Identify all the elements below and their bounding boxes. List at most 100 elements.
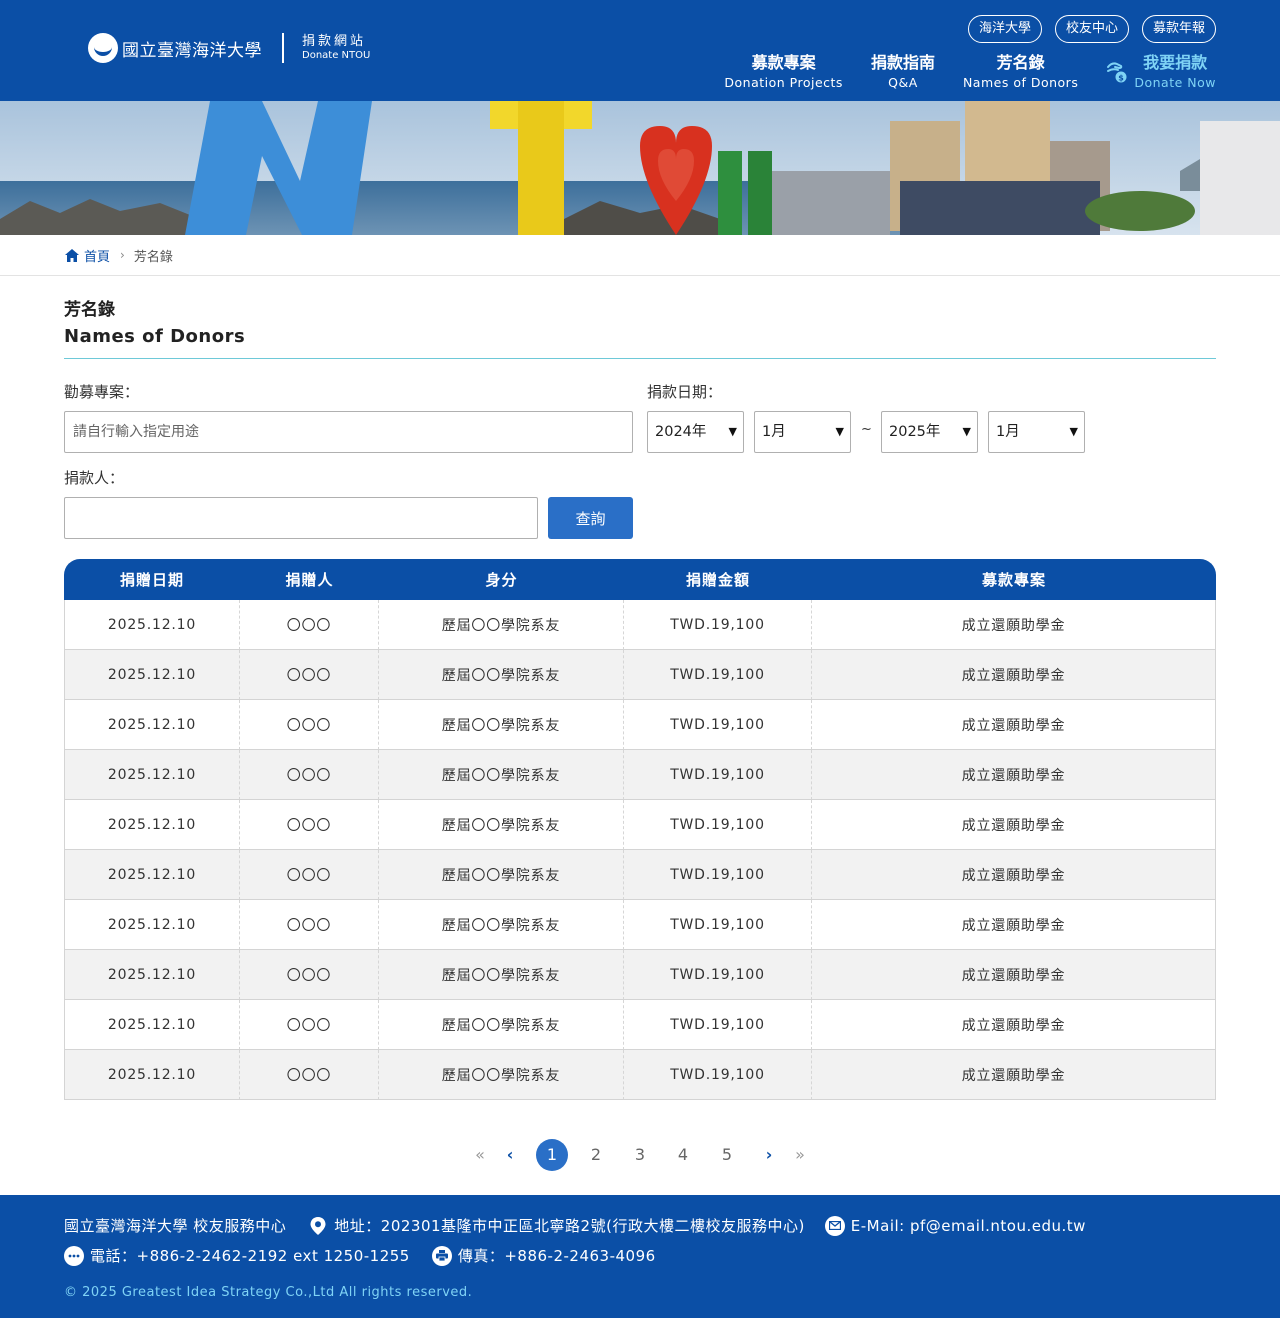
cell-donation-date: 2025.12.10 <box>64 650 240 700</box>
cell-donation-date: 2025.12.10 <box>64 700 240 750</box>
cell-amount: TWD.19,100 <box>624 850 812 900</box>
cell-donation-date: 2025.12.10 <box>64 600 240 650</box>
pagination: « ‹ 1 2 3 4 5 › » <box>0 1139 1280 1171</box>
start-year-select[interactable]: 2024年 ▼ <box>647 411 744 453</box>
page-5-button[interactable]: 5 <box>715 1139 739 1171</box>
select-arrow-icon: ▼ <box>962 425 971 438</box>
ntou-emblem-icon <box>88 33 118 63</box>
prev-page-button[interactable]: ‹ <box>500 1139 520 1171</box>
nav-donation-projects[interactable]: 募款專案 Donation Projects <box>724 52 843 92</box>
site-logo[interactable]: 國立臺灣海洋大學 捐款網站 Donate NTOU <box>88 33 370 63</box>
page-title-zh: 芳名錄 <box>64 300 115 320</box>
nav-label-zh: 我要捐款 <box>1143 53 1208 72</box>
nav-donate-now[interactable]: $ 我要捐款 Donate Now <box>1106 52 1216 92</box>
table-row: 2025.12.10 〇〇〇 歷屆〇〇學院系友 TWD.19,100 成立還願助學金 <box>64 950 1216 1000</box>
date-range-separator: ~ <box>861 422 872 437</box>
top-link-alumni-center[interactable]: 校友中心 <box>1054 15 1129 43</box>
logo-site-en: Donate NTOU <box>302 49 371 61</box>
nav-label-zh: 芳名錄 <box>996 53 1045 72</box>
home-icon <box>65 248 79 262</box>
donors-table-wrap: 捐贈日期 捐贈人 身分 捐贈金額 募款專案 2025.12.10 〇〇〇 歷屆〇〇學… <box>64 559 1216 1100</box>
nav-label-zh: 捐款指南 <box>870 53 935 72</box>
footer-phone: 電話：+886-2-2462-2192 ext 1250-1255 <box>90 1247 410 1265</box>
page-3-button[interactable]: 3 <box>628 1139 652 1171</box>
banner-photo <box>0 101 1280 235</box>
next-page-button[interactable]: › <box>759 1139 779 1171</box>
first-page-button[interactable]: « <box>470 1139 490 1171</box>
table-row: 2025.12.10 〇〇〇 歷屆〇〇學院系友 TWD.19,100 成立還願助學金 <box>64 600 1216 650</box>
page-4-button[interactable]: 4 <box>671 1139 695 1171</box>
cell-project: 成立還願助學金 <box>812 1000 1216 1050</box>
cell-project: 成立還願助學金 <box>812 700 1216 750</box>
table-row: 2025.12.10 〇〇〇 歷屆〇〇學院系友 TWD.19,100 成立還願助學金 <box>64 800 1216 850</box>
cell-identity: 歷屆〇〇學院系友 <box>379 950 624 1000</box>
cell-project: 成立還願助學金 <box>812 850 1216 900</box>
cell-project: 成立還願助學金 <box>812 950 1216 1000</box>
end-month-value: 1月 <box>996 424 1020 440</box>
cell-identity: 歷屆〇〇學院系友 <box>379 600 624 650</box>
last-page-button[interactable]: » <box>790 1139 810 1171</box>
header-identity[interactable]: 身分 <box>379 559 624 600</box>
header-project[interactable]: 募款專案 <box>812 559 1216 600</box>
footer-address-item: 地址：202301基隆市中正區北寧路2號(行政大樓二樓校友服務中心) <box>308 1215 805 1236</box>
donor-input[interactable] <box>64 497 538 539</box>
donate-hand-icon: $ <box>1107 62 1127 83</box>
cell-identity: 歷屆〇〇學院系友 <box>379 750 624 800</box>
breadcrumb-home[interactable]: 首頁 <box>65 246 110 265</box>
top-link-university[interactable]: 海洋大學 <box>967 15 1042 43</box>
cell-identity: 歷屆〇〇學院系友 <box>379 1000 624 1050</box>
table-row: 2025.12.10 〇〇〇 歷屆〇〇學院系友 TWD.19,100 成立還願助學金 <box>64 650 1216 700</box>
nav-names-of-donors[interactable]: 芳名錄 Names of Donors <box>963 52 1078 92</box>
page-1-button[interactable]: 1 <box>536 1139 568 1171</box>
page-title: 芳名錄 Names of Donors <box>64 299 1216 359</box>
cell-project: 成立還願助學金 <box>812 650 1216 700</box>
header-donor[interactable]: 捐贈人 <box>240 559 379 600</box>
header-amount[interactable]: 捐贈金額 <box>624 559 812 600</box>
end-month-select[interactable]: 1月 ▼ <box>988 411 1085 453</box>
cell-project: 成立還願助學金 <box>812 750 1216 800</box>
date-label: 捐款日期： <box>647 383 723 401</box>
cell-project: 成立還願助學金 <box>812 900 1216 950</box>
footer-email-item[interactable]: E-Mail: pf@email.ntou.edu.tw <box>824 1215 1086 1236</box>
cell-amount: TWD.19,100 <box>624 950 812 1000</box>
project-input[interactable] <box>64 411 633 453</box>
nav-label-en: Donate Now <box>1134 75 1216 90</box>
footer-fax-item: 傳真：+886-2-2463-4096 <box>431 1245 656 1266</box>
cell-donor: 〇〇〇 <box>240 850 379 900</box>
main-nav: 募款專案 Donation Projects 捐款指南 Q&A 芳名錄 Name… <box>724 52 1216 92</box>
query-button[interactable]: 查詢 <box>548 497 633 539</box>
header-donation-date[interactable]: 捐贈日期 <box>64 559 240 600</box>
cell-donor: 〇〇〇 <box>240 900 379 950</box>
project-label: 勸募專案： <box>64 383 140 401</box>
footer-row-2: 電話：+886-2-2462-2192 ext 1250-1255 傳真：+88… <box>64 1245 656 1266</box>
chevron-right-icon: › <box>120 248 125 262</box>
nav-qa[interactable]: 捐款指南 Q&A <box>871 52 935 92</box>
table-row: 2025.12.10 〇〇〇 歷屆〇〇學院系友 TWD.19,100 成立還願助學金 <box>64 850 1216 900</box>
cell-identity: 歷屆〇〇學院系友 <box>379 800 624 850</box>
start-month-select[interactable]: 1月 ▼ <box>754 411 851 453</box>
hero-banner <box>0 101 1280 235</box>
breadcrumb: 首頁 › 芳名錄 <box>0 235 1280 276</box>
cell-project: 成立還願助學金 <box>812 600 1216 650</box>
top-link-annual-report[interactable]: 募款年報 <box>1141 15 1216 43</box>
cell-project: 成立還願助學金 <box>812 1050 1216 1100</box>
page-title-en: Names of Donors <box>64 326 246 347</box>
cell-donor: 〇〇〇 <box>240 600 379 650</box>
logo-name: 國立臺灣海洋大學 <box>122 40 262 61</box>
cell-amount: TWD.19,100 <box>624 1050 812 1100</box>
footer-address: 地址：202301基隆市中正區北寧路2號(行政大樓二樓校友服務中心) <box>334 1217 805 1235</box>
logo-site-name: 捐款網站 Donate NTOU <box>302 34 370 62</box>
fax-printer-icon <box>431 1245 452 1266</box>
page-2-button[interactable]: 2 <box>584 1139 608 1171</box>
table-row: 2025.12.10 〇〇〇 歷屆〇〇學院系友 TWD.19,100 成立還願助學金 <box>64 750 1216 800</box>
cell-donation-date: 2025.12.10 <box>64 900 240 950</box>
site-header: 國立臺灣海洋大學 捐款網站 Donate NTOU 海洋大學 校友中心 募款年報… <box>0 0 1280 101</box>
select-arrow-icon: ▼ <box>835 425 844 438</box>
cell-identity: 歷屆〇〇學院系友 <box>379 650 624 700</box>
table-row: 2025.12.10 〇〇〇 歷屆〇〇學院系友 TWD.19,100 成立還願助學金 <box>64 900 1216 950</box>
logo-site-zh: 捐款網站 <box>302 34 367 50</box>
cell-donor: 〇〇〇 <box>240 1000 379 1050</box>
footer-email[interactable]: E-Mail: pf@email.ntou.edu.tw <box>851 1217 1086 1235</box>
breadcrumb-current: 芳名錄 <box>133 249 173 265</box>
end-year-select[interactable]: 2025年 ▼ <box>881 411 978 453</box>
